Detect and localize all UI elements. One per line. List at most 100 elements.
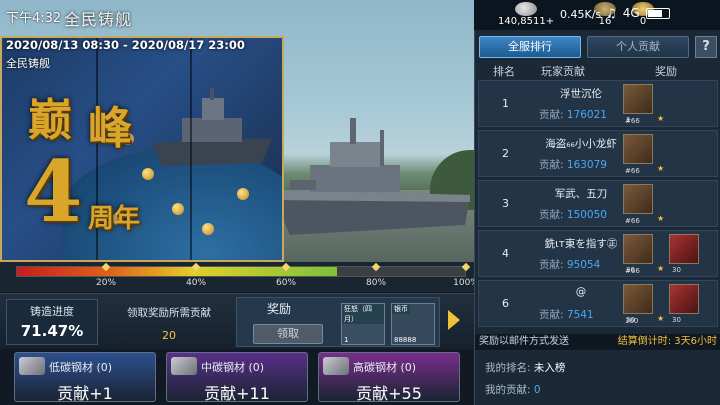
- system-icons: ♫ 4G: [606, 6, 670, 20]
- material-gain: 贡献+55: [356, 384, 422, 403]
- next-arrow-icon[interactable]: [448, 310, 460, 330]
- progress-label: 铸造进度: [30, 305, 74, 318]
- player-score: 贡献: 7541: [539, 309, 594, 321]
- ranking-row[interactable]: 4 銑ι⁣т東を指す㊣ 贡献: 95054 30 #66 ★ 30: [478, 230, 718, 277]
- column-rank: 排名: [493, 65, 515, 78]
- player-name: @: [575, 286, 587, 298]
- progress-tick-label: 40%: [185, 278, 207, 288]
- status-bar: 下午4:32 全民铸舰 140,8511+ 16 0 0.45K/s ♫ 4G: [0, 0, 720, 30]
- progress-value: 71.47%: [20, 322, 84, 340]
- forge-progress: 20% 40% 60% 80% 100%: [0, 262, 479, 292]
- headline-char: 峰: [88, 103, 132, 154]
- required-value: 20: [162, 329, 176, 342]
- coin-icon: [202, 223, 214, 235]
- report-icon[interactable]: 30: [669, 234, 699, 274]
- reward-box-icon[interactable]: 30: [623, 284, 653, 324]
- coin-icon: [142, 168, 154, 180]
- item-tag: 狂怒（四月）: [342, 304, 384, 324]
- player-score: 贡献: 95054: [539, 259, 601, 271]
- battery-icon: [645, 7, 670, 19]
- event-date-range: 2020/08/13 08:30 - 2020/08/17 23:00: [6, 38, 245, 52]
- item-tag: 银币: [392, 304, 410, 314]
- ranking-row[interactable]: 6 @ 贡献: 7541 30 300 ★ 30: [478, 280, 718, 327]
- required-contribution: 领取奖励所需贡献 20: [104, 299, 234, 345]
- material-name: 中碳钢材 (0): [201, 361, 265, 374]
- reward-label: 奖励: [267, 302, 292, 316]
- page-title: 全民铸舰: [64, 10, 133, 29]
- item-count: 88888: [394, 336, 417, 344]
- mail-note: 奖励以邮件方式发送 结算倒计时: 3天6小时: [475, 334, 720, 350]
- claim-button[interactable]: 领取: [253, 324, 323, 344]
- player-score: 贡献: 176021: [539, 109, 607, 121]
- network-speed: 0.45K/s: [560, 8, 602, 21]
- coin-icon: [172, 203, 184, 215]
- player-name: 军武、五刀: [554, 188, 608, 200]
- tab-server-ranking[interactable]: 全服排行: [479, 36, 581, 58]
- steel-icon: [19, 357, 45, 375]
- steel-icon: [323, 357, 349, 375]
- coin-icon: [237, 188, 249, 200]
- reward-box-icon[interactable]: 1: [623, 84, 653, 124]
- high-carbon-steel-button[interactable]: 高碳钢材 (0) 贡献+55: [318, 352, 460, 403]
- reward-level: #66: [625, 167, 640, 175]
- rank-number: 3: [502, 197, 509, 210]
- status-time: 下午4:32: [6, 11, 62, 26]
- steel-icon: [171, 357, 197, 375]
- mid-carbon-steel-button[interactable]: 中碳钢材 (0) 贡献+11: [166, 352, 308, 403]
- headline-char: 周年: [88, 204, 141, 234]
- star-icon: ★: [657, 114, 665, 123]
- progress-tick-label: 60%: [275, 278, 297, 288]
- reward-item-ship[interactable]: 狂怒（四月） 1: [341, 303, 385, 345]
- tab-personal-contribution[interactable]: 个人贡献: [587, 36, 689, 58]
- poster-warship: [152, 88, 272, 166]
- headline-char: 巅: [28, 95, 72, 146]
- panel-divider: [190, 38, 192, 260]
- reward-box-icon[interactable]: 30: [623, 234, 653, 274]
- player-name: 浮世沉伦: [560, 88, 602, 100]
- rank-number: 1: [502, 97, 509, 110]
- progress-track: [16, 266, 466, 277]
- reward-level: #66: [625, 117, 640, 125]
- player-name: 海盗₆₆小小龙虾: [545, 138, 617, 150]
- rank-number: 4: [502, 247, 509, 260]
- reward-level: #66: [625, 217, 640, 225]
- reward-box-icon[interactable]: [623, 134, 653, 164]
- rank-number: 2: [502, 147, 509, 160]
- reward-level: 300: [625, 317, 639, 325]
- signal-label: 4G: [622, 6, 640, 20]
- progress-summary: 铸造进度 71.47%: [6, 299, 98, 345]
- my-rank: 我的排名: 未入榜: [485, 362, 566, 374]
- rank-number: 6: [502, 297, 509, 310]
- reward-box-icon[interactable]: [623, 184, 653, 214]
- material-name: 高碳钢材 (0): [353, 361, 417, 374]
- resource-silver: 140,8511+: [498, 2, 554, 27]
- battleship-image: [270, 118, 470, 235]
- headphones-icon: ♫: [606, 6, 617, 20]
- star-icon: ★: [657, 214, 665, 223]
- player-score: 贡献: 163079: [539, 159, 607, 171]
- help-button[interactable]: ?: [695, 36, 717, 58]
- player-score: 贡献: 150050: [539, 209, 607, 221]
- ranking-panel: 全服排行 个人贡献 ? 排名 玩家贡献 奖励 1 浮世沉伦 贡献: 176021 1 #…: [474, 30, 720, 405]
- headline-number: 4: [24, 142, 83, 241]
- material-gain: 贡献+1: [57, 384, 113, 403]
- ranking-row[interactable]: 3 军武、五刀贡献: 150050 #66 ★: [478, 180, 718, 227]
- material-buttons: 低碳钢材 (0) 贡献+1 中碳钢材 (0) 贡献+11 高碳钢材 (0) 贡献…: [0, 349, 474, 405]
- player-name: 銑ι⁣т東を指す㊣: [544, 238, 618, 250]
- ranking-row[interactable]: 1 浮世沉伦 贡献: 176021 1 #66 ★: [478, 80, 718, 127]
- item-count: 1: [344, 336, 349, 344]
- progress-fill: [17, 267, 338, 276]
- material-gain: 贡献+11: [204, 384, 270, 403]
- column-reward: 奖励: [655, 65, 677, 78]
- reward-level: #66: [625, 267, 640, 275]
- report-icon[interactable]: 30: [669, 284, 699, 324]
- silver-coin-icon: [515, 2, 538, 16]
- progress-tick-label: 80%: [365, 278, 387, 288]
- required-label: 领取奖励所需贡献: [127, 307, 211, 319]
- claim-panel: 铸造进度 71.47% 领取奖励所需贡献 20 奖励 领取 狂怒（四月） 1 银…: [0, 293, 474, 349]
- star-icon: ★: [657, 164, 665, 173]
- low-carbon-steel-button[interactable]: 低碳钢材 (0) 贡献+1: [14, 352, 156, 403]
- ranking-row[interactable]: 2 海盗₆₆小小龙虾贡献: 163079 #66 ★: [478, 130, 718, 177]
- reward-item-silver[interactable]: 银币 88888: [391, 303, 435, 345]
- material-name: 低碳钢材 (0): [49, 361, 113, 374]
